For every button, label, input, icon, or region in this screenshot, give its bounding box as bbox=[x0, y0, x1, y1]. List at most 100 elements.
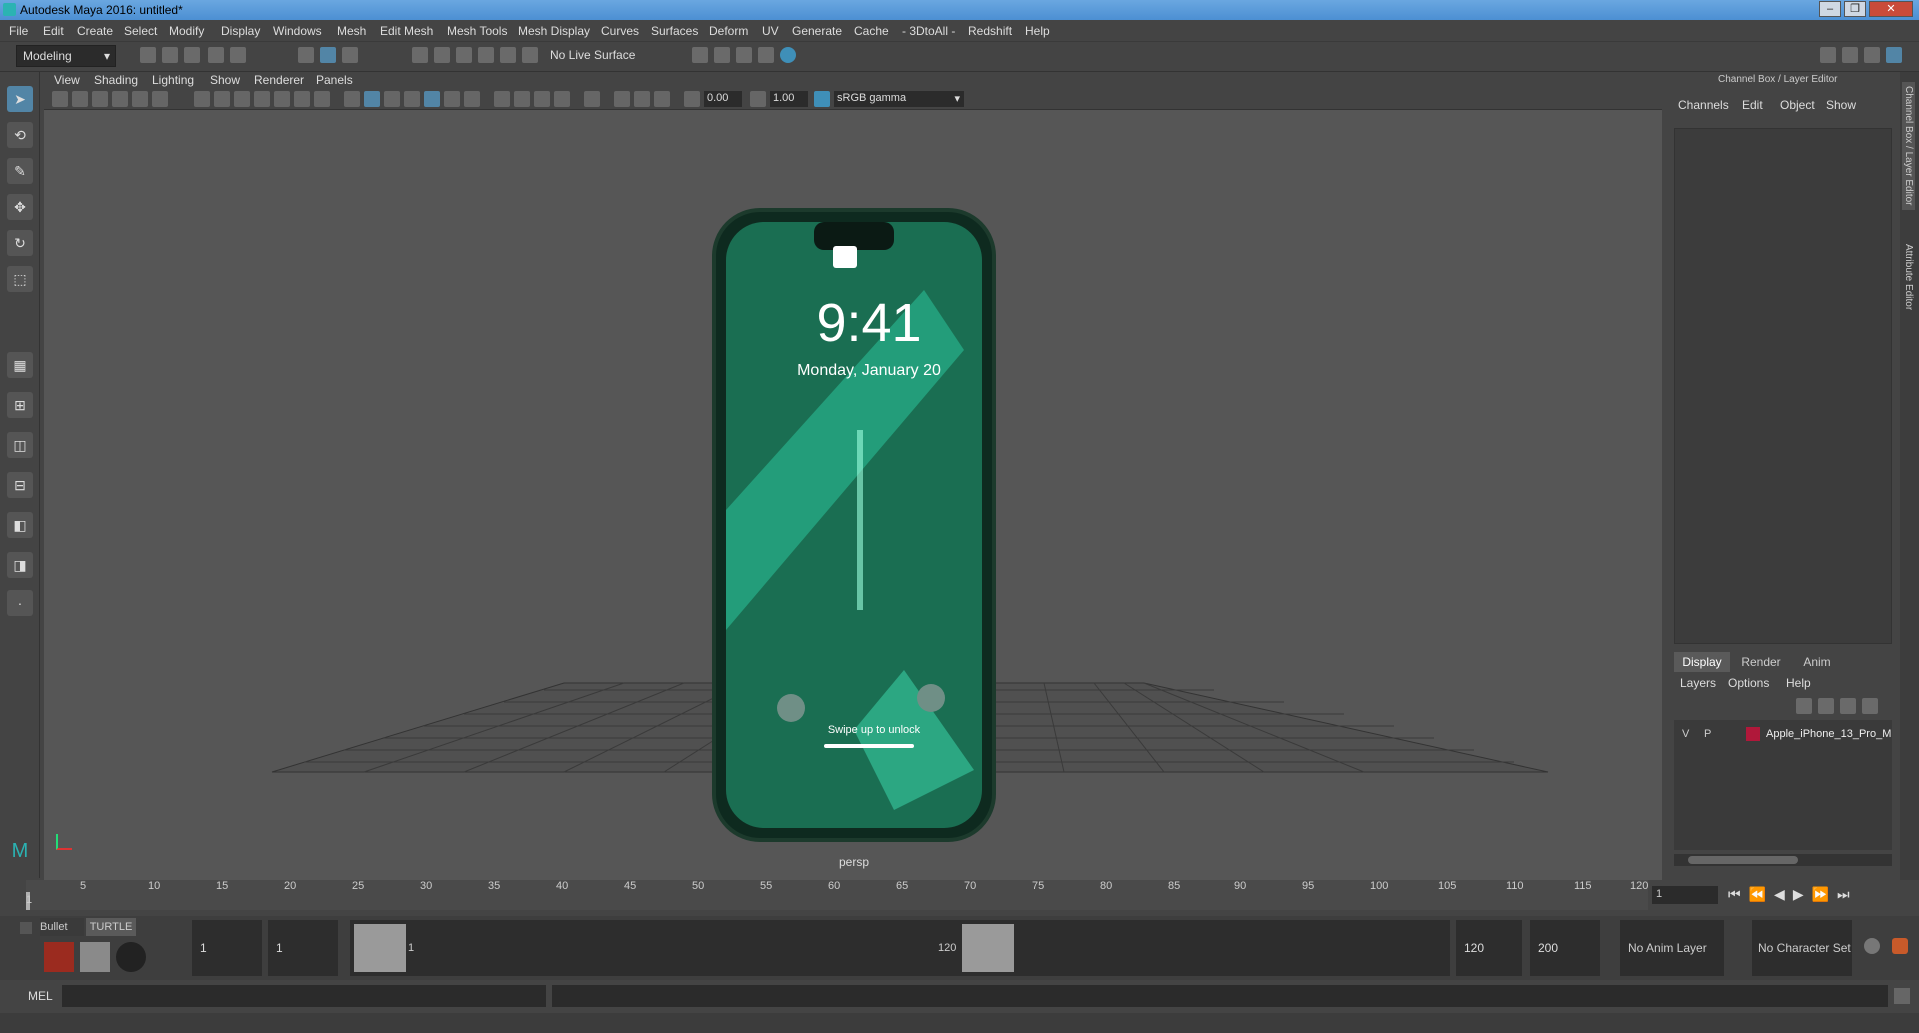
menu-3dtoall[interactable]: - 3DtoAll - bbox=[902, 24, 955, 38]
two-d-pan-icon[interactable] bbox=[132, 91, 148, 107]
use-all-lights-icon[interactable] bbox=[444, 91, 460, 107]
shelf-bake-icon[interactable] bbox=[44, 942, 74, 972]
menu-cache[interactable]: Cache bbox=[854, 24, 889, 38]
range-handle-end[interactable] bbox=[962, 924, 1014, 972]
workspace-icon[interactable] bbox=[1820, 47, 1836, 63]
close-icon[interactable]: ✕ bbox=[1869, 1, 1913, 17]
render-settings-icon[interactable] bbox=[736, 47, 752, 63]
lasso-tool-icon[interactable]: ⟲ bbox=[7, 122, 33, 148]
range-handle-start[interactable] bbox=[354, 924, 406, 972]
exposure-field[interactable]: 0.00 bbox=[704, 91, 742, 107]
channel-list[interactable] bbox=[1674, 128, 1892, 644]
bookmark-icon[interactable] bbox=[92, 91, 108, 107]
range-slider[interactable]: 1 120 bbox=[350, 920, 1450, 976]
outliner-icon[interactable] bbox=[1864, 47, 1880, 63]
safe-title-icon[interactable] bbox=[314, 91, 330, 107]
color-space-dropdown[interactable]: sRGB gamma ▾ bbox=[834, 91, 964, 107]
wireframe-on-shaded-icon[interactable] bbox=[404, 91, 420, 107]
menu-mesh-display[interactable]: Mesh Display bbox=[518, 24, 590, 38]
live-surface-label[interactable]: No Live Surface bbox=[550, 48, 635, 62]
default-lighting-icon[interactable] bbox=[384, 91, 400, 107]
mode-dropdown[interactable]: Modeling ▾ bbox=[16, 45, 116, 67]
layout-icon[interactable] bbox=[1842, 47, 1858, 63]
snap-surface-icon[interactable] bbox=[500, 47, 516, 63]
xray-components-icon[interactable] bbox=[654, 91, 670, 107]
menu-mesh[interactable]: Mesh bbox=[337, 24, 366, 38]
shelf-tab-turtle[interactable]: TURTLE bbox=[86, 918, 136, 936]
scale-tool-icon[interactable]: ⬚ bbox=[7, 266, 33, 292]
shelf-sphere-icon[interactable] bbox=[116, 942, 146, 972]
playback-start-field[interactable]: 1 bbox=[268, 920, 338, 976]
camera-select-icon[interactable] bbox=[52, 91, 68, 107]
scroll-thumb[interactable] bbox=[1688, 856, 1798, 864]
menu-mesh-tools[interactable]: Mesh Tools bbox=[447, 24, 507, 38]
help-menu[interactable]: Help bbox=[1786, 676, 1811, 690]
go-to-start-icon[interactable]: ⏮ bbox=[1728, 886, 1749, 902]
single-view-icon[interactable]: ▦ bbox=[7, 352, 33, 378]
render-view-icon[interactable] bbox=[780, 47, 796, 63]
side-tab-channel-box[interactable]: Channel Box / Layer Editor bbox=[1902, 82, 1915, 210]
xray-icon[interactable] bbox=[614, 91, 630, 107]
color-management-icon[interactable] bbox=[814, 91, 830, 107]
menu-curves[interactable]: Curves bbox=[601, 24, 639, 38]
go-to-end-icon[interactable]: ⏭ bbox=[1837, 886, 1858, 902]
mel-input[interactable] bbox=[62, 985, 546, 1007]
menu-uv[interactable]: UV bbox=[762, 24, 779, 38]
smooth-shade-icon[interactable] bbox=[364, 91, 380, 107]
character-set-dropdown[interactable]: No Character Set bbox=[1752, 920, 1852, 976]
channels-object-menu[interactable]: Object bbox=[1780, 98, 1815, 112]
panel-menu-panels[interactable]: Panels bbox=[316, 73, 353, 87]
panel-menu-shading[interactable]: Shading bbox=[94, 73, 138, 87]
tab-anim[interactable]: Anim bbox=[1792, 652, 1842, 672]
open-scene-icon[interactable] bbox=[162, 47, 178, 63]
layer-row[interactable]: V P Apple_iPhone_13_Pro_M bbox=[1674, 726, 1892, 744]
panel-menu-renderer[interactable]: Renderer bbox=[254, 73, 304, 87]
options-menu[interactable]: Options bbox=[1728, 676, 1769, 690]
playback-end-field[interactable]: 120 bbox=[1456, 920, 1522, 976]
outliner-persp-icon[interactable]: ◧ bbox=[7, 512, 33, 538]
menu-edit-mesh[interactable]: Edit Mesh bbox=[380, 24, 433, 38]
layer-name[interactable]: Apple_iPhone_13_Pro_M bbox=[1766, 728, 1891, 740]
layer-visibility[interactable]: V bbox=[1682, 728, 1689, 740]
play-icon[interactable]: ▶ bbox=[1793, 886, 1812, 902]
snap-point-icon[interactable] bbox=[456, 47, 472, 63]
layer-down-icon[interactable] bbox=[1818, 698, 1834, 714]
menu-display[interactable]: Display bbox=[221, 24, 260, 38]
menu-modify[interactable]: Modify bbox=[169, 24, 204, 38]
shelf-menu-icon[interactable] bbox=[20, 922, 32, 934]
paint-select-icon[interactable]: ✎ bbox=[7, 158, 33, 184]
time-ruler[interactable]: 1 5 10 15 20 25 30 35 40 45 50 55 60 65 … bbox=[26, 880, 1648, 910]
menu-surfaces[interactable]: Surfaces bbox=[651, 24, 698, 38]
menu-generate[interactable]: Generate bbox=[792, 24, 842, 38]
anti-aliasing-icon[interactable] bbox=[534, 91, 550, 107]
shadows-icon[interactable] bbox=[464, 91, 480, 107]
select-object-icon[interactable] bbox=[320, 47, 336, 63]
channels-show-menu[interactable]: Show bbox=[1826, 98, 1856, 112]
snap-curve-icon[interactable] bbox=[434, 47, 450, 63]
step-back-key-icon[interactable]: ⏪ bbox=[1749, 886, 1774, 902]
channel-box-toggle-icon[interactable] bbox=[1886, 47, 1902, 63]
layer-scrollbar[interactable] bbox=[1674, 854, 1892, 866]
layers-menu[interactable]: Layers bbox=[1680, 676, 1716, 690]
shelf-tab-bullet[interactable]: Bullet bbox=[40, 918, 84, 936]
end-time-field[interactable]: 200 bbox=[1530, 920, 1600, 976]
select-component-icon[interactable] bbox=[342, 47, 358, 63]
new-layer-selected-icon[interactable] bbox=[1862, 698, 1878, 714]
menu-redshift[interactable]: Redshift bbox=[968, 24, 1012, 38]
move-tool-icon[interactable]: ✥ bbox=[7, 194, 33, 220]
select-hierarchy-icon[interactable] bbox=[298, 47, 314, 63]
tab-render[interactable]: Render bbox=[1736, 652, 1786, 672]
snap-pivot-icon[interactable] bbox=[522, 47, 538, 63]
menu-create[interactable]: Create bbox=[77, 24, 113, 38]
step-back-icon[interactable]: ◀ bbox=[1774, 886, 1793, 902]
new-layer-icon[interactable] bbox=[1840, 698, 1856, 714]
menu-windows[interactable]: Windows bbox=[273, 24, 322, 38]
image-plane-icon[interactable] bbox=[112, 91, 128, 107]
screen-space-ao-icon[interactable] bbox=[494, 91, 510, 107]
gamma-field[interactable]: 1.00 bbox=[770, 91, 808, 107]
wireframe-icon[interactable] bbox=[344, 91, 360, 107]
motion-blur-icon[interactable] bbox=[514, 91, 530, 107]
tab-display[interactable]: Display bbox=[1674, 652, 1730, 672]
shelf-render-icon[interactable] bbox=[80, 942, 110, 972]
snap-view-icon[interactable] bbox=[478, 47, 494, 63]
